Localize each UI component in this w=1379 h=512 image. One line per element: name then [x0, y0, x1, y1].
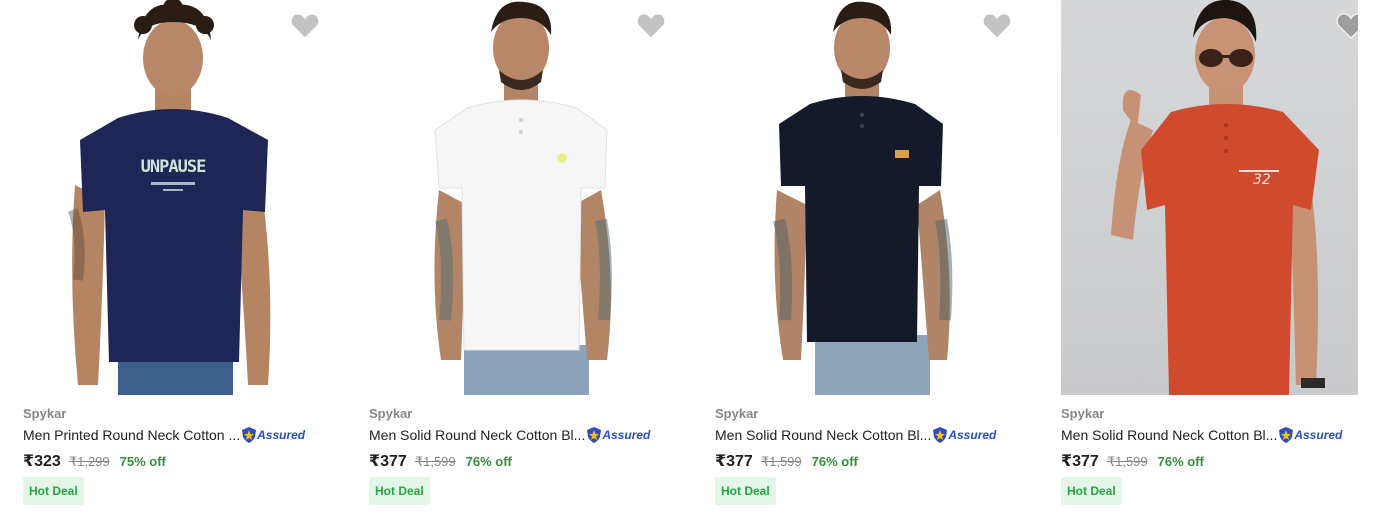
price-row: ₹377 ₹1,599 76% off — [369, 451, 512, 471]
product-card[interactable]: Spykar Men Solid Round Neck Cotton Bl...… — [692, 0, 1038, 512]
selling-price: ₹323 — [23, 453, 61, 470]
brand-name: Spykar — [1061, 406, 1105, 421]
assured-label: Assured — [602, 428, 651, 442]
hot-deal-badge: Hot Deal — [369, 477, 430, 505]
product-title-row[interactable]: Men Solid Round Neck Cotton Bl... Assure… — [1061, 426, 1342, 444]
assured-label: Assured — [257, 428, 306, 442]
product-title[interactable]: Men Solid Round Neck Cotton Bl... — [715, 427, 931, 443]
assured-label: Assured — [948, 428, 997, 442]
assured-shield-icon — [242, 427, 257, 443]
product-photo: UNPAUSE — [68, 0, 271, 395]
svg-text:UNPAUSE: UNPAUSE — [141, 157, 206, 177]
product-image[interactable] — [715, 0, 1012, 395]
assured-shield-icon — [1279, 427, 1294, 443]
product-title-row[interactable]: Men Solid Round Neck Cotton Bl... Assure… — [369, 426, 650, 444]
product-title[interactable]: Men Solid Round Neck Cotton Bl... — [369, 427, 585, 443]
original-price: ₹1,599 — [1106, 454, 1148, 469]
selling-price: ₹377 — [369, 453, 407, 470]
hot-deal-badge: Hot Deal — [1061, 477, 1122, 505]
assured-shield-icon — [587, 427, 602, 443]
assured-badge: Assured — [586, 426, 650, 444]
product-grid: UNPAUSE Spykar Men Printed Round Neck Co… — [0, 0, 1379, 512]
hot-deal-badge: Hot Deal — [23, 477, 84, 505]
hot-deal-badge: Hot Deal — [715, 477, 776, 505]
brand-name: Spykar — [23, 406, 67, 421]
wishlist-heart-icon[interactable] — [982, 12, 1012, 40]
product-title-row[interactable]: Men Solid Round Neck Cotton Bl... Assure… — [715, 426, 996, 444]
original-price: ₹1,599 — [760, 454, 802, 469]
product-image[interactable]: UNPAUSE — [23, 0, 320, 395]
brand-name: Spykar — [369, 406, 413, 421]
product-card[interactable]: Spykar Men Solid Round Neck Cotton Bl...… — [346, 0, 692, 512]
assured-label: Assured — [1294, 428, 1343, 442]
price-row: ₹377 ₹1,599 76% off — [715, 451, 858, 471]
product-title[interactable]: Men Solid Round Neck Cotton Bl... — [1061, 427, 1277, 443]
discount-label: 76% off — [811, 454, 858, 469]
assured-shield-icon — [933, 427, 948, 443]
price-row: ₹377 ₹1,599 76% off — [1061, 451, 1204, 471]
discount-label: 76% off — [1157, 454, 1204, 469]
discount-label: 75% off — [119, 454, 166, 469]
product-photo: 32 — [1111, 0, 1325, 395]
product-image[interactable]: 32 — [1061, 0, 1358, 395]
assured-badge: Assured — [241, 426, 305, 444]
product-title-row[interactable]: Men Printed Round Neck Cotton ... Assure… — [23, 426, 305, 444]
product-title[interactable]: Men Printed Round Neck Cotton ... — [23, 427, 240, 443]
product-card[interactable]: UNPAUSE Spykar Men Printed Round Neck Co… — [0, 0, 346, 512]
selling-price: ₹377 — [1061, 453, 1099, 470]
product-card[interactable]: 32 Spykar Men Solid Round Neck Cotton Bl… — [1038, 0, 1379, 512]
brand-name: Spykar — [715, 406, 759, 421]
wishlist-heart-icon[interactable] — [636, 12, 666, 40]
product-photo — [773, 1, 953, 395]
wishlist-heart-icon[interactable] — [1336, 12, 1358, 40]
product-photo — [434, 1, 612, 395]
assured-badge: Assured — [932, 426, 996, 444]
product-image[interactable] — [369, 0, 666, 395]
original-price: ₹1,299 — [68, 454, 110, 469]
wishlist-heart-icon[interactable] — [290, 12, 320, 40]
selling-price: ₹377 — [715, 453, 753, 470]
svg-text:32: 32 — [1253, 172, 1271, 188]
assured-badge: Assured — [1278, 426, 1342, 444]
discount-label: 76% off — [465, 454, 512, 469]
price-row: ₹323 ₹1,299 75% off — [23, 451, 166, 471]
original-price: ₹1,599 — [414, 454, 456, 469]
